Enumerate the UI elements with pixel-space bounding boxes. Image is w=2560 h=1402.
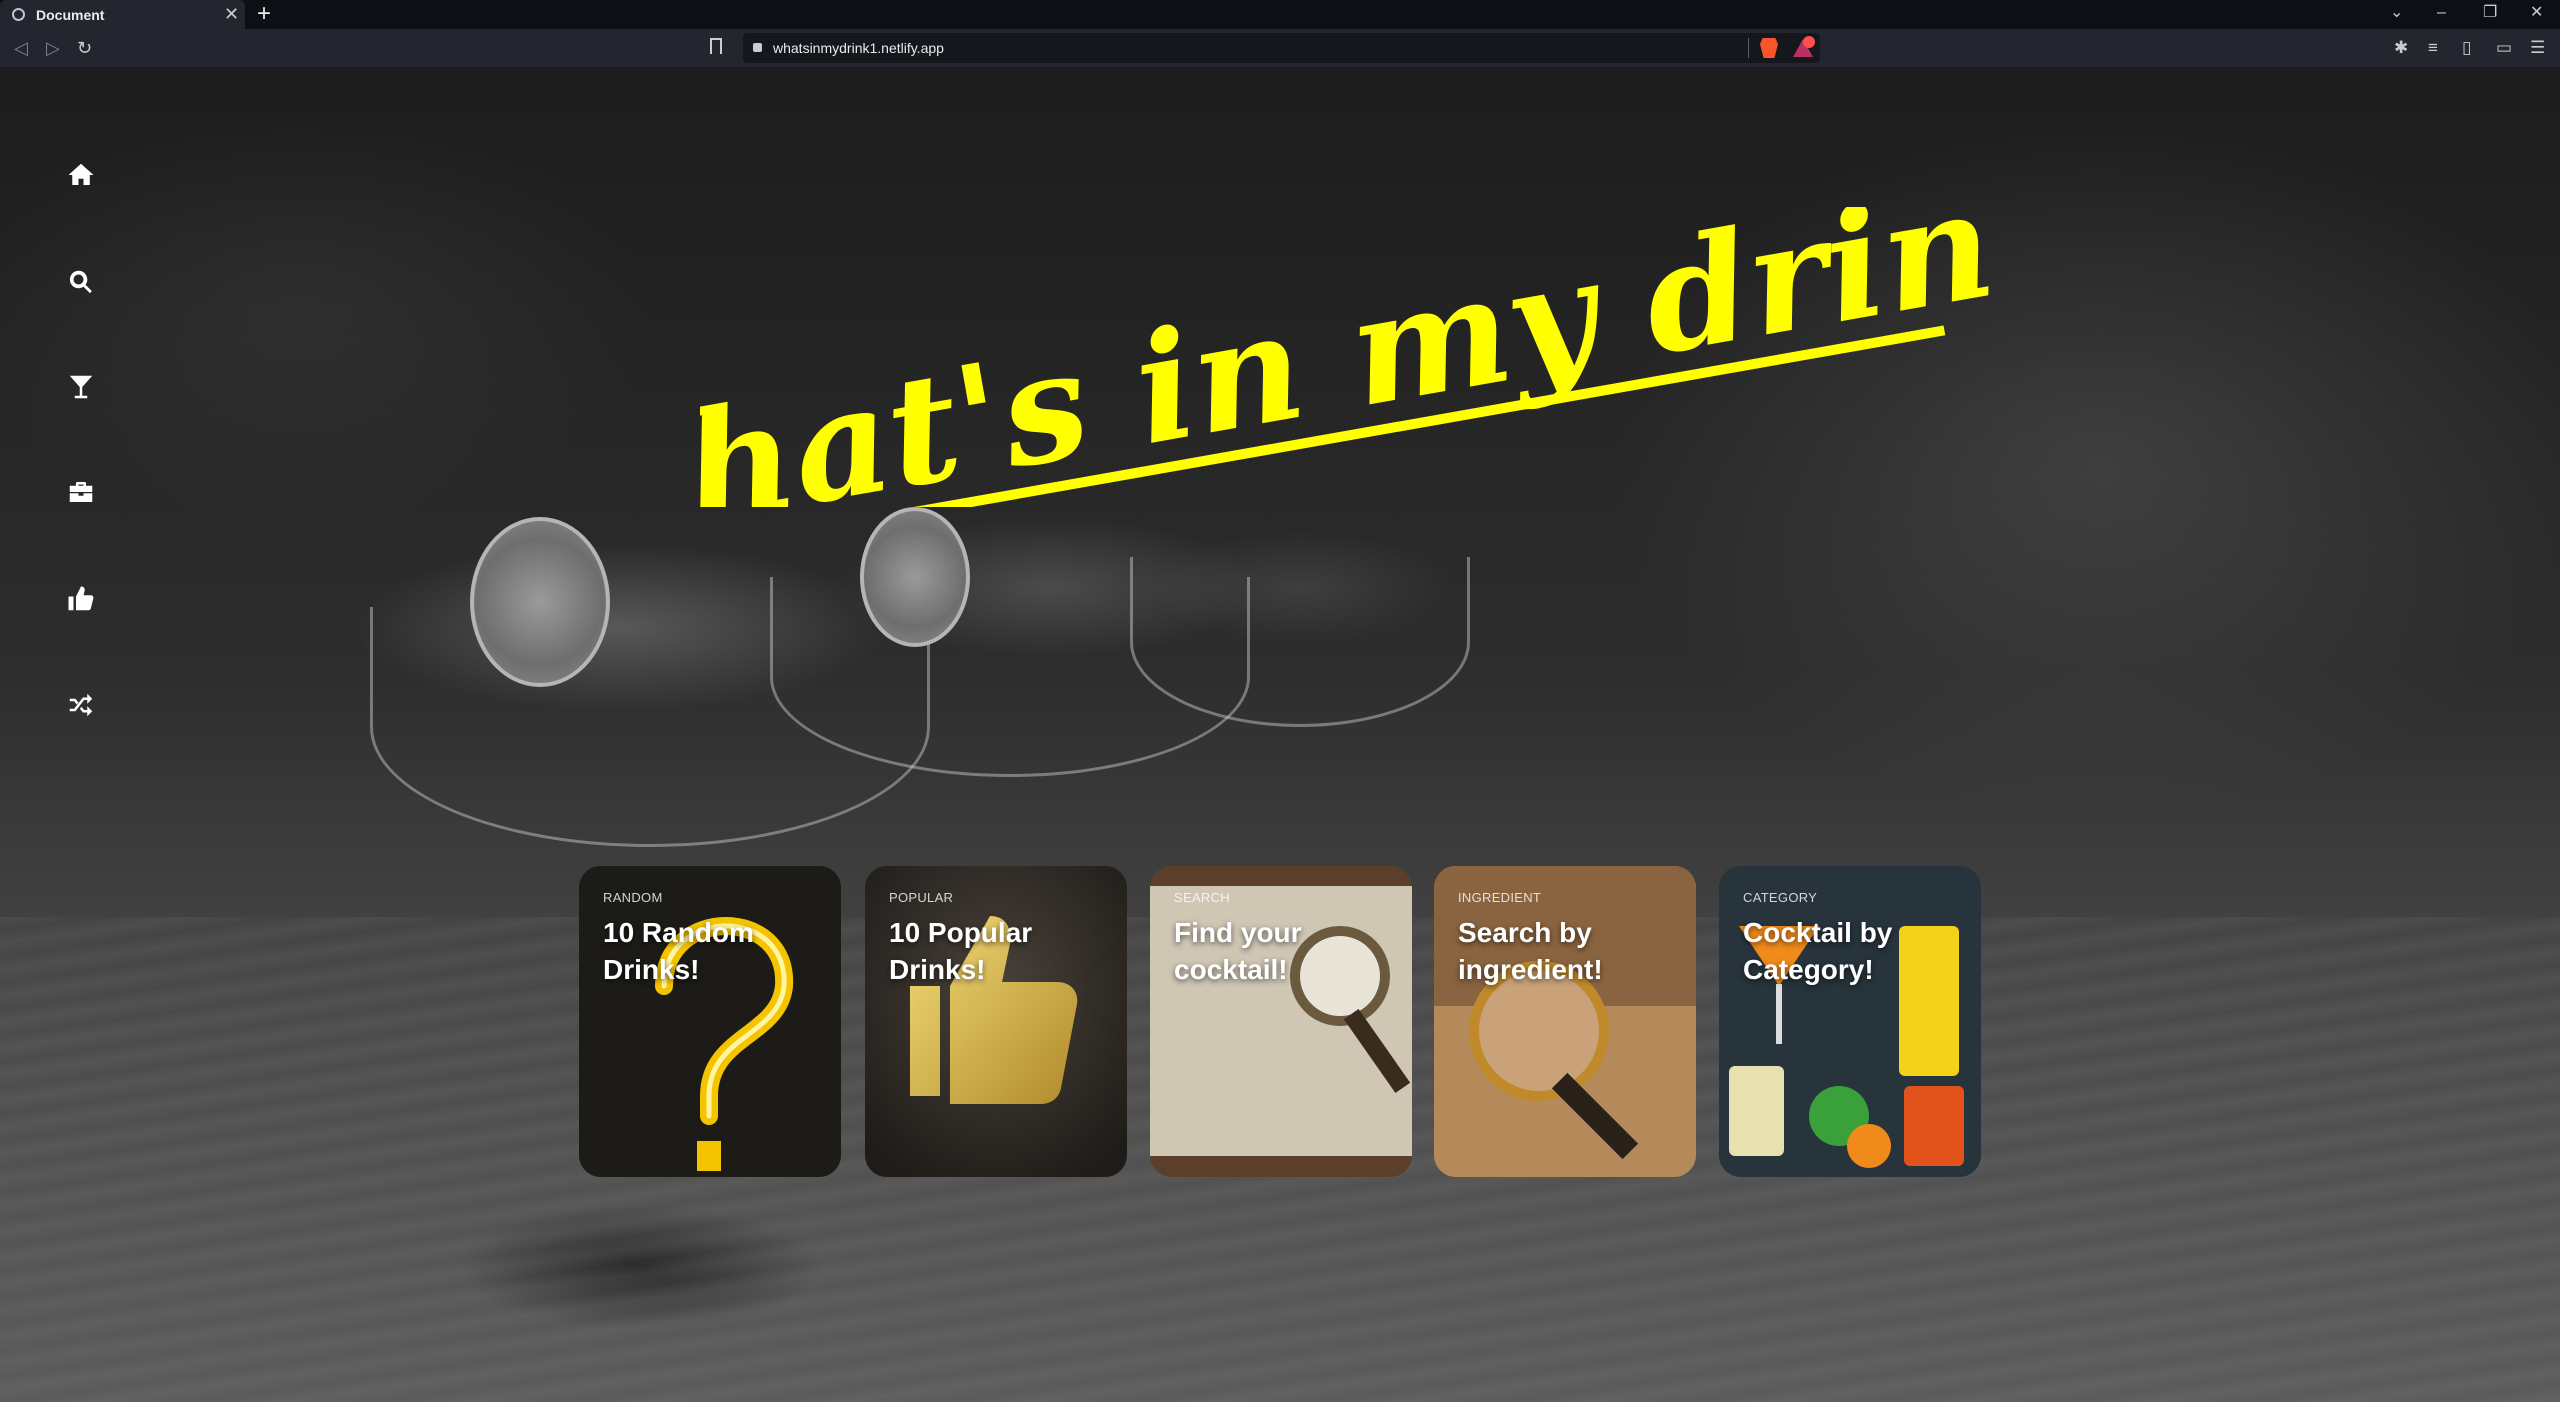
back-button[interactable]: ◁ bbox=[14, 37, 28, 59]
restore-button[interactable]: ❐ bbox=[2483, 3, 2497, 23]
search-icon bbox=[69, 270, 92, 294]
close-tab-icon[interactable]: ✕ bbox=[224, 4, 239, 24]
sidebar-nav bbox=[55, 67, 107, 787]
bookmark-icon[interactable] bbox=[710, 38, 722, 54]
playlist-icon[interactable]: ≡ bbox=[2428, 38, 2438, 58]
cocktail-glass-icon bbox=[69, 375, 93, 399]
address-bar[interactable]: whatsinmydrink1.netlify.app bbox=[743, 33, 1820, 63]
card-category-kind: CATEGORY bbox=[1743, 890, 1818, 905]
globe-icon bbox=[12, 8, 25, 21]
colorful-cocktails-image bbox=[1719, 866, 1981, 1177]
page-viewport: What's in my drink? RANDOM 10 Random Dri… bbox=[0, 67, 2560, 1402]
card-popular-kind: POPULAR bbox=[889, 890, 954, 905]
new-tab-button[interactable]: + bbox=[257, 1, 271, 27]
minimize-button[interactable]: – bbox=[2437, 3, 2446, 23]
browser-tab[interactable]: Document ✕ bbox=[0, 0, 245, 29]
magnifying-glass-on-paper-image bbox=[1150, 866, 1412, 1177]
card-ingredient[interactable]: INGREDIENT Search by ingredient! bbox=[1434, 866, 1696, 1177]
card-search-kind: SEARCH bbox=[1174, 890, 1230, 905]
close-window-button[interactable]: ✕ bbox=[2530, 3, 2543, 23]
notification-badge bbox=[1803, 36, 1815, 48]
sidebar-toggle-icon[interactable]: ▯ bbox=[2462, 38, 2471, 58]
brave-shields-icon[interactable] bbox=[1760, 38, 1778, 58]
browser-tab-bar: Document ✕ + ⌄ – ❐ ✕ bbox=[0, 0, 2560, 29]
address-bar-divider bbox=[1748, 38, 1749, 58]
card-search[interactable]: SEARCH Find your cocktail! bbox=[1150, 866, 1412, 1177]
home-icon bbox=[68, 163, 94, 185]
tab-title: Document bbox=[36, 7, 105, 23]
shuffle-icon bbox=[69, 693, 93, 717]
card-random-label: 10 Random Drinks! bbox=[603, 917, 754, 985]
margarita-glass-image bbox=[1130, 557, 1470, 727]
sidebar-item-ingredients[interactable] bbox=[55, 466, 107, 518]
lime-slice-image bbox=[470, 517, 610, 687]
lock-icon bbox=[753, 43, 762, 52]
hero-title: What's in my drink? bbox=[505, 122, 2197, 588]
sidebar-item-home[interactable] bbox=[55, 149, 107, 201]
gold-thumbs-up-image bbox=[865, 866, 1127, 1177]
card-popular[interactable]: POPULAR 10 Popular Drinks! bbox=[865, 866, 1127, 1177]
browser-toolbar: ◁ ▷ ↻ whatsinmydrink1.netlify.app ✱ ≡ ▯ … bbox=[0, 29, 2560, 67]
card-category-label: Cocktail by Category! bbox=[1743, 917, 1893, 985]
card-category[interactable]: CATEGORY Cocktail by Category! bbox=[1719, 866, 1981, 1177]
thumbs-up-icon bbox=[68, 586, 94, 611]
card-ingredient-kind: INGREDIENT bbox=[1458, 890, 1542, 905]
card-search-label: Find your cocktail! bbox=[1174, 917, 1302, 985]
card-random-kind: RANDOM bbox=[603, 890, 663, 905]
tab-search-button[interactable]: ⌄ bbox=[2390, 3, 2403, 23]
feature-cards: RANDOM 10 Random Drinks! POPULAR 10 Popu… bbox=[579, 866, 1981, 1178]
sidebar-item-popular[interactable] bbox=[55, 573, 107, 625]
card-random[interactable]: RANDOM 10 Random Drinks! bbox=[579, 866, 841, 1177]
card-popular-label: 10 Popular Drinks! bbox=[889, 917, 1033, 985]
sidebar-item-cocktail[interactable] bbox=[55, 361, 107, 413]
sidebar-item-random[interactable] bbox=[55, 679, 107, 731]
url-text[interactable]: whatsinmydrink1.netlify.app bbox=[773, 40, 944, 56]
forward-button[interactable]: ▷ bbox=[46, 37, 60, 59]
extensions-icon[interactable]: ✱ bbox=[2394, 38, 2408, 58]
magnifying-glass-on-text-image bbox=[1434, 866, 1696, 1177]
briefcase-icon bbox=[69, 482, 93, 502]
lime-slice-image bbox=[860, 507, 970, 647]
reload-button[interactable]: ↻ bbox=[77, 37, 92, 59]
browser-menu-icon[interactable]: ☰ bbox=[2530, 38, 2545, 58]
sidebar-item-search[interactable] bbox=[55, 256, 107, 308]
wallet-icon[interactable]: ▭ bbox=[2496, 38, 2512, 58]
neon-question-mark-image bbox=[579, 866, 841, 1177]
card-ingredient-label: Search by ingredient! bbox=[1458, 917, 1603, 985]
